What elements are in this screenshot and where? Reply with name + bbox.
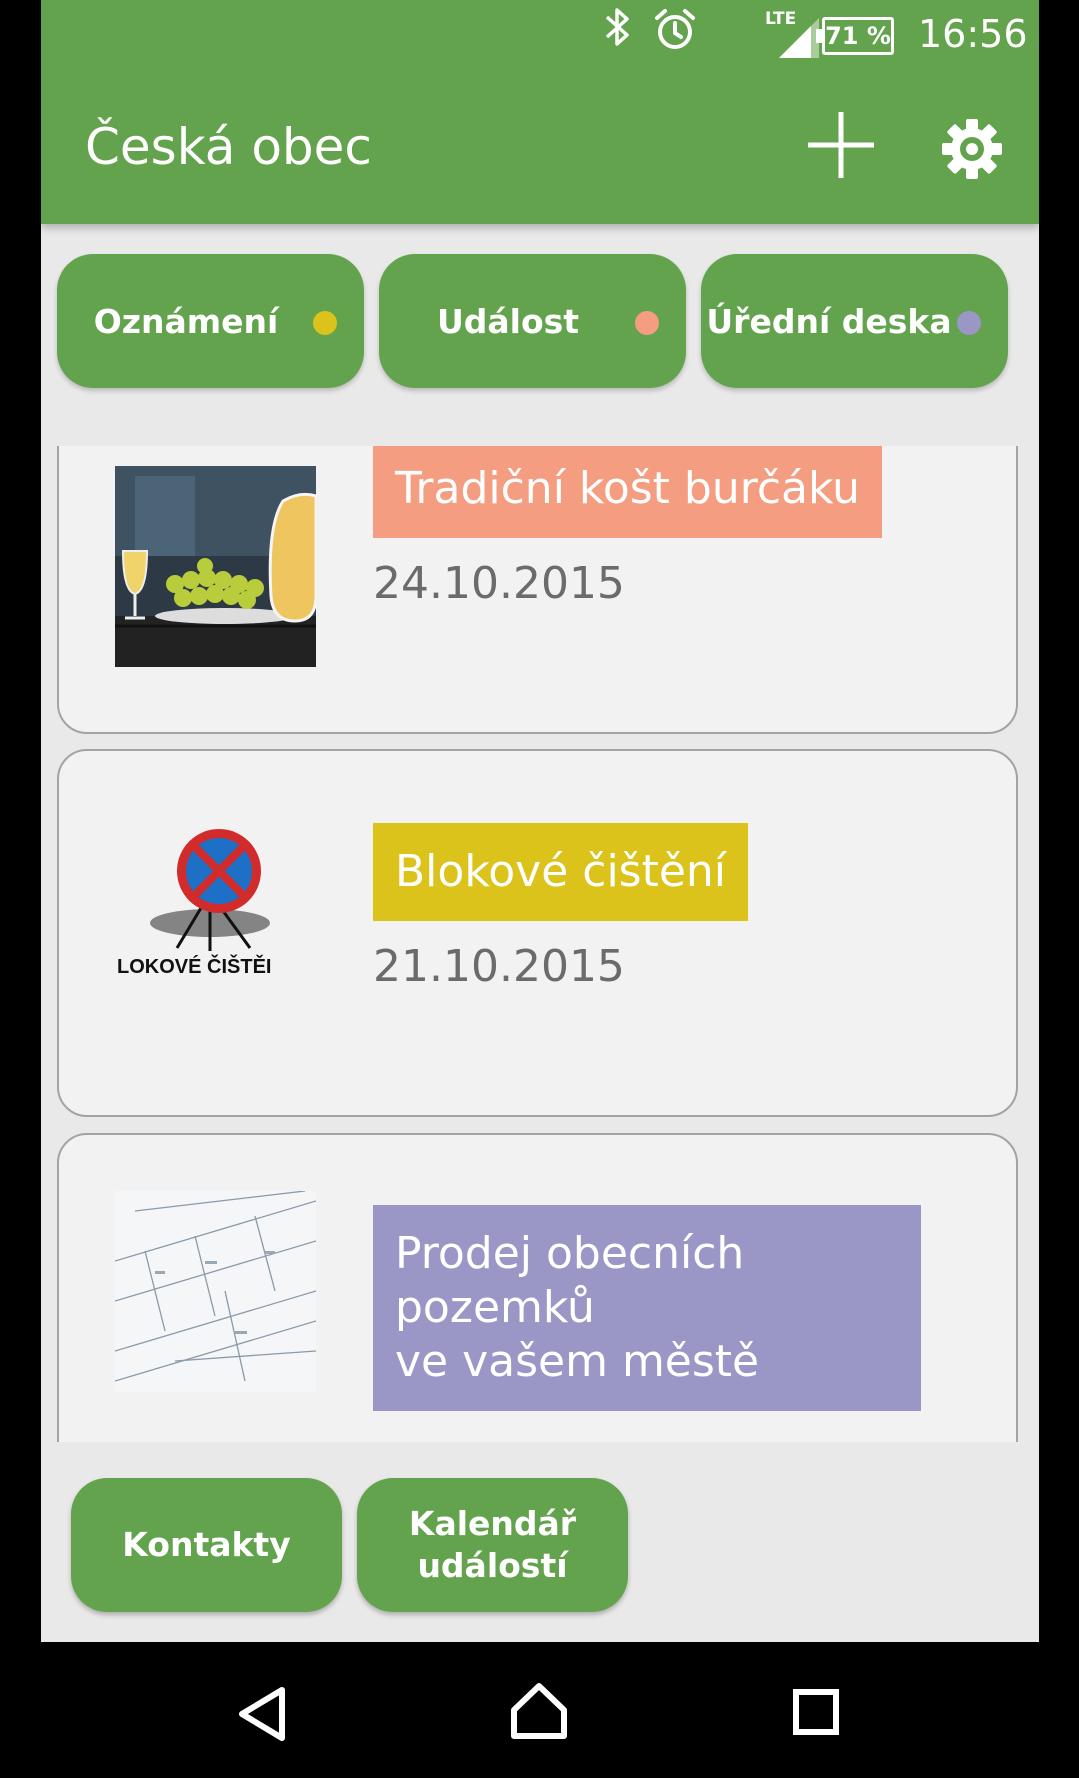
plus-icon bbox=[808, 112, 874, 178]
button-label: Kontakty bbox=[122, 1525, 291, 1564]
item-title: Blokové čištění bbox=[373, 823, 749, 921]
app-screen: LTE 71 % 16:56 Česká obec Oznámení Událo… bbox=[41, 0, 1039, 1642]
item-title: Tradiční košt burčáku bbox=[373, 446, 883, 538]
home-icon[interactable] bbox=[510, 1682, 568, 1740]
system-nav-bar bbox=[0, 1642, 1079, 1778]
status-bar: LTE 71 % 16:56 bbox=[41, 0, 1039, 72]
alarm-icon bbox=[653, 8, 697, 61]
filter-label: Úřední deska bbox=[706, 302, 952, 341]
button-label-line: Kalendář bbox=[408, 1504, 577, 1543]
land-plot-map bbox=[115, 1191, 316, 1392]
sign-caption: LOKOVÉ ČIŠTĚI bbox=[117, 954, 271, 978]
item-title: Prodej obecních pozemků ve vašem městě bbox=[373, 1205, 921, 1411]
bluetooth-icon bbox=[603, 6, 633, 59]
list-item[interactable]: Tradiční košt burčáku 24.10.2015 bbox=[57, 446, 1018, 734]
events-list[interactable]: Tradiční košt burčáku 24.10.2015 LOKOVÉ … bbox=[41, 446, 1039, 1442]
list-item[interactable]: Prodej obecních pozemků ve vašem městě bbox=[57, 1133, 1018, 1442]
add-button[interactable] bbox=[806, 110, 876, 180]
signal-icon: LTE bbox=[723, 6, 819, 69]
clock: 16:56 bbox=[918, 12, 1028, 56]
battery-indicator: 71 % bbox=[816, 17, 894, 55]
filter-uredni-deska[interactable]: Úřední deska bbox=[701, 254, 1008, 388]
category-dot bbox=[957, 311, 981, 335]
settings-button[interactable] bbox=[941, 118, 1003, 180]
filter-bar: Oznámení Událost Úřední deska bbox=[41, 254, 1039, 390]
back-icon[interactable] bbox=[236, 1686, 288, 1742]
filter-label: Událost bbox=[436, 302, 580, 341]
network-type-label: LTE bbox=[765, 9, 796, 29]
gear-icon bbox=[942, 119, 1002, 179]
category-dot bbox=[635, 311, 659, 335]
app-title: Česká obec bbox=[85, 118, 372, 176]
filter-udalost[interactable]: Událost bbox=[379, 254, 686, 388]
item-date: 21.10.2015 bbox=[373, 941, 625, 992]
item-title-line: Prodej obecních pozemků bbox=[395, 1228, 745, 1333]
bottom-actions: Kontakty Kalendář událostí bbox=[41, 1478, 1039, 1614]
contacts-button[interactable]: Kontakty bbox=[71, 1478, 342, 1612]
events-calendar-button[interactable]: Kalendář událostí bbox=[357, 1478, 628, 1612]
item-title-line: ve vašem městě bbox=[395, 1336, 760, 1387]
filter-oznameni[interactable]: Oznámení bbox=[57, 254, 364, 388]
category-dot bbox=[313, 311, 337, 335]
no-parking-sign: LOKOVÉ ČIŠTĚI bbox=[115, 823, 316, 1024]
app-bar: LTE 71 % 16:56 Česká obec bbox=[41, 0, 1039, 224]
filter-label: Oznámení bbox=[93, 302, 279, 341]
grapes-and-wine-photo bbox=[115, 466, 316, 667]
recent-apps-icon[interactable] bbox=[792, 1688, 840, 1736]
button-label: Kalendář událostí bbox=[409, 1503, 576, 1587]
list-item[interactable]: LOKOVÉ ČIŠTĚI Blokové čištění 21.10.2015 bbox=[57, 749, 1018, 1117]
item-date: 24.10.2015 bbox=[373, 558, 625, 609]
button-label-line: událostí bbox=[417, 1546, 568, 1585]
